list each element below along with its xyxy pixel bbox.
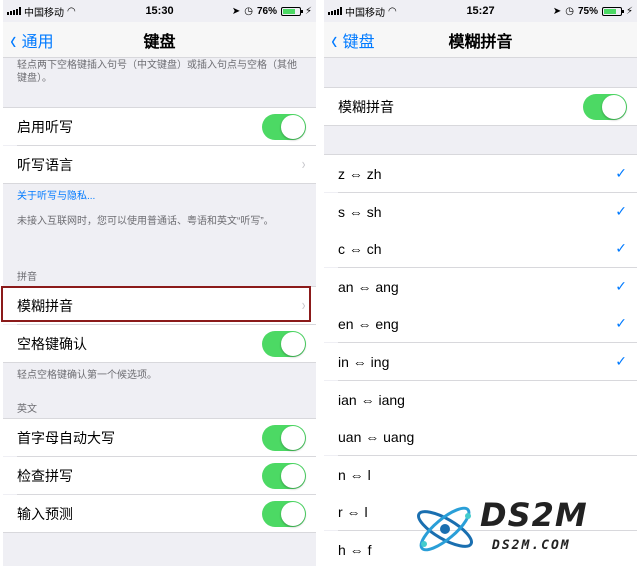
english-section-header: 英文 xyxy=(17,404,37,415)
dictation-privacy-link[interactable]: 关于听写与隐私... xyxy=(17,190,306,203)
enable-dictation-row[interactable]: 启用听写 xyxy=(3,108,316,145)
clock: 15:30 xyxy=(145,5,174,17)
dictation-language-label: 听写语言 xyxy=(17,156,73,173)
ds2m-watermark-logo: DS2M DS2M.COM xyxy=(410,494,632,564)
wifi-icon: ◠ xyxy=(388,5,397,17)
watermark-title: DS2M xyxy=(480,496,588,534)
divider xyxy=(3,362,316,363)
enable-dictation-label: 启用听写 xyxy=(17,118,73,135)
pinyin-pair-row[interactable]: s ⇔ sh ✓ xyxy=(324,193,637,230)
chevron-left-icon: ‹ xyxy=(331,25,338,55)
wifi-icon: ◠ xyxy=(67,5,76,17)
auto-capitalize-label: 首字母自动大写 xyxy=(17,429,115,446)
location-icon: ➤ xyxy=(552,5,562,17)
pinyin-pair-label: s ⇔ sh xyxy=(338,203,382,220)
navigation-bar: ‹ 键盘 模糊拼音 xyxy=(324,22,637,58)
battery-percent: 76% xyxy=(256,5,277,17)
enable-dictation-toggle[interactable] xyxy=(262,113,306,140)
spell-check-label: 检查拼写 xyxy=(17,467,73,484)
keyboard-settings-screen: 中国移动 ◠ 15:30 ➤ ◷ 76% ⚡ ‹ 通用 键盘 轻点两下空格键插入… xyxy=(3,0,316,566)
charging-icon: ⚡ xyxy=(625,5,634,17)
auto-capitalize-row[interactable]: 首字母自动大写 xyxy=(3,419,316,456)
battery-icon xyxy=(601,6,624,16)
pinyin-pair-label: in ⇔ ing xyxy=(338,353,390,370)
carrier-label: 中国移动 xyxy=(24,7,64,19)
back-button[interactable]: ‹ 通用 xyxy=(9,22,54,58)
auto-capitalize-toggle[interactable] xyxy=(262,424,306,451)
pinyin-pair-label: an ⇔ ang xyxy=(338,278,399,295)
pinyin-pair-row[interactable]: n ⇔ l xyxy=(324,456,637,493)
pinyin-section-header: 拼音 xyxy=(17,272,37,283)
atom-logo-icon xyxy=(417,506,473,552)
predictive-label: 输入预测 xyxy=(17,505,73,522)
pinyin-pair-row[interactable]: c ⇔ ch ✓ xyxy=(324,230,637,267)
charging-icon: ⚡ xyxy=(304,5,313,17)
divider xyxy=(324,125,637,126)
clock: 15:27 xyxy=(466,5,495,17)
alarm-icon: ◷ xyxy=(244,5,253,17)
fuzzy-pinyin-screen: 中国移动 ◠ 15:27 ➤ ◷ 75% ⚡ ‹ 键盘 模糊拼音 模糊拼音 z … xyxy=(324,0,637,566)
fuzzy-pinyin-label: 模糊拼音 xyxy=(17,297,73,314)
divider xyxy=(3,532,316,533)
signal-icon xyxy=(328,7,342,15)
watermark-subtitle: DS2M.COM xyxy=(492,538,571,553)
checkmark-icon: ✓ xyxy=(615,165,627,181)
divider xyxy=(3,183,316,184)
checkmark-icon: ✓ xyxy=(615,278,627,294)
dictation-language-row[interactable]: 听写语言 › xyxy=(3,146,316,183)
chevron-right-icon: › xyxy=(301,155,306,173)
fuzzy-pinyin-master-row[interactable]: 模糊拼音 xyxy=(324,88,637,125)
double-space-note: 轻点两下空格键插入句号（中文键盘）或插入句点与空格（其他键盘）。 xyxy=(17,60,297,84)
carrier-label: 中国移动 xyxy=(345,7,385,19)
status-bar: 中国移动 ◠ 15:30 ➤ ◷ 76% ⚡ xyxy=(3,0,316,22)
pinyin-pair-label: uan ⇔ uang xyxy=(338,428,415,445)
space-confirm-toggle[interactable] xyxy=(262,330,306,357)
pinyin-pair-row[interactable]: ian ⇔ iang xyxy=(324,381,637,418)
predictive-toggle[interactable] xyxy=(262,500,306,527)
pinyin-pair-row[interactable]: en ⇔ eng ✓ xyxy=(324,305,637,342)
fuzzy-pinyin-row[interactable]: 模糊拼音 › xyxy=(3,287,316,324)
pinyin-pair-row[interactable]: z ⇔ zh ✓ xyxy=(324,155,637,192)
status-bar: 中国移动 ◠ 15:27 ➤ ◷ 75% ⚡ xyxy=(324,0,637,22)
fuzzy-pinyin-master-toggle[interactable] xyxy=(583,93,627,120)
space-confirm-row[interactable]: 空格键确认 xyxy=(3,325,316,362)
pinyin-pair-label: n ⇔ l xyxy=(338,466,371,483)
back-label: 键盘 xyxy=(342,34,375,51)
battery-icon xyxy=(280,6,303,16)
pinyin-pair-label: ian ⇔ iang xyxy=(338,391,405,408)
spell-check-toggle[interactable] xyxy=(262,462,306,489)
chevron-right-icon: › xyxy=(301,296,306,314)
chevron-left-icon: ‹ xyxy=(10,25,17,55)
pinyin-pair-label: en ⇔ eng xyxy=(338,315,399,332)
pinyin-pair-label: c ⇔ ch xyxy=(338,240,382,257)
fuzzy-pinyin-master-label: 模糊拼音 xyxy=(338,98,394,115)
pinyin-pair-row[interactable]: an ⇔ ang ✓ xyxy=(324,268,637,305)
pinyin-pair-label: z ⇔ zh xyxy=(338,165,382,182)
checkmark-icon: ✓ xyxy=(615,353,627,369)
location-icon: ➤ xyxy=(231,5,241,17)
spell-check-row[interactable]: 检查拼写 xyxy=(3,457,316,494)
navigation-bar: ‹ 通用 键盘 xyxy=(3,22,316,58)
signal-icon xyxy=(7,7,21,15)
back-label: 通用 xyxy=(21,34,54,51)
space-confirm-note: 轻点空格键确认第一个候选项。 xyxy=(17,370,157,381)
page-title: 键盘 xyxy=(143,33,176,51)
checkmark-icon: ✓ xyxy=(615,240,627,256)
pinyin-pair-row[interactable]: uan ⇔ uang xyxy=(324,418,637,455)
battery-percent: 75% xyxy=(577,5,598,17)
offline-dictation-note: 未接入互联网时，您可以使用普通话、粤语和英文“听写”。 xyxy=(17,216,274,227)
page-title: 模糊拼音 xyxy=(448,33,513,51)
space-confirm-label: 空格键确认 xyxy=(17,335,87,352)
predictive-row[interactable]: 输入预测 xyxy=(3,495,316,532)
back-button[interactable]: ‹ 键盘 xyxy=(330,22,375,58)
checkmark-icon: ✓ xyxy=(615,315,627,331)
pinyin-pair-row[interactable]: in ⇔ ing ✓ xyxy=(324,343,637,380)
checkmark-icon: ✓ xyxy=(615,203,627,219)
alarm-icon: ◷ xyxy=(565,5,574,17)
